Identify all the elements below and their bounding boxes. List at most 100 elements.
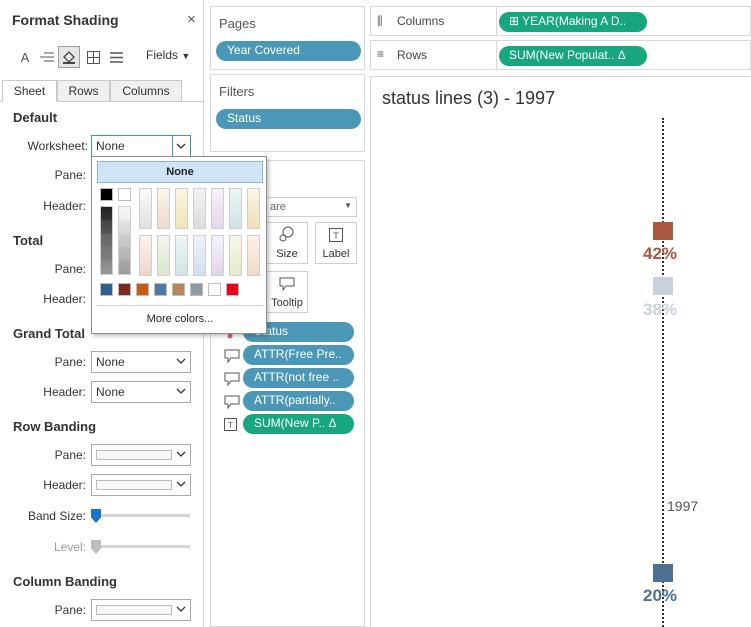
fields-label: Fields <box>146 48 179 62</box>
column-banding-pane-dropdown[interactable] <box>91 599 191 621</box>
palette-swatch-column[interactable] <box>211 235 224 276</box>
total-header-label: Header: <box>43 292 86 306</box>
filters-card: Filters Status <box>210 74 365 152</box>
palette-swatch-column[interactable] <box>157 235 170 276</box>
chevron-down-icon <box>176 451 186 457</box>
tab-columns[interactable]: Columns <box>110 80 182 102</box>
grand-total-header-dropdown[interactable]: None <box>91 381 191 403</box>
data-label: 42% <box>643 244 678 263</box>
svg-text:T: T <box>228 421 233 430</box>
color-swatch-red[interactable] <box>226 283 239 296</box>
band-size-slider[interactable] <box>100 514 190 517</box>
default-header-label: Header: <box>43 199 86 213</box>
borders-icon[interactable] <box>82 46 104 68</box>
row-banding-pane-dropdown[interactable] <box>91 444 191 466</box>
section-total: Total <box>13 233 44 248</box>
size-label: Size <box>276 248 298 260</box>
pages-title: Pages <box>219 16 256 31</box>
rows-pill-sum[interactable]: SUM(New Populat.. Δ <box>499 46 647 66</box>
tab-sheet[interactable]: Sheet <box>2 80 57 102</box>
shading-icon[interactable] <box>58 46 80 68</box>
color-swatch-black[interactable] <box>100 188 113 201</box>
pages-pill-year-covered[interactable]: Year Covered <box>216 41 361 61</box>
color-swatch-blue[interactable] <box>100 283 113 296</box>
shelf-divider <box>496 40 497 70</box>
size-button[interactable]: Size <box>266 222 308 264</box>
palette-swatch-column[interactable] <box>139 235 152 276</box>
columns-pill-year[interactable]: ⊞ YEAR(Making A D.. <box>499 12 647 32</box>
palette-swatch-column[interactable] <box>175 235 188 276</box>
mark-type-value: are <box>270 201 286 213</box>
color-swatch-maroon[interactable] <box>118 283 131 296</box>
tooltip-button[interactable]: Tooltip <box>266 271 308 313</box>
gray-dark-swatches[interactable] <box>100 206 113 275</box>
panel-title: Format Shading <box>12 12 119 28</box>
more-colors-option[interactable]: More colors... <box>92 313 268 325</box>
label-button[interactable]: T Label <box>315 222 357 264</box>
palette-swatch-column[interactable] <box>211 188 224 229</box>
palette-swatch-column[interactable] <box>193 188 206 229</box>
color-swatch-gray[interactable] <box>190 283 203 296</box>
marks-pill-attr-not-free[interactable]: ATTR(not free .. <box>243 368 354 388</box>
color-swatch <box>96 450 172 460</box>
section-column-banding: Column Banding <box>13 574 117 589</box>
palette-swatch-column[interactable] <box>229 235 242 276</box>
color-swatch <box>96 480 172 490</box>
year-label: 1997 <box>667 498 699 514</box>
data-point[interactable] <box>653 222 673 240</box>
mark-type-dropdown[interactable]: are ▼ <box>266 197 357 217</box>
marks-pill-attr-partially[interactable]: ATTR(partially.. <box>243 391 354 411</box>
marks-pill-attr-free[interactable]: ATTR(Free Pre.. <box>243 345 354 365</box>
color-swatch-orange[interactable] <box>136 283 149 296</box>
caret-down-icon: ▼ <box>181 51 191 61</box>
row-banding-pane-label: Pane: <box>54 448 86 462</box>
section-default: Default <box>13 110 58 125</box>
tooltip-icon <box>279 277 295 294</box>
label-icon: T <box>329 228 343 245</box>
palette-swatch-column[interactable] <box>139 188 152 229</box>
palette-swatch-column[interactable] <box>193 235 206 276</box>
color-swatch-tan[interactable] <box>172 283 185 296</box>
palette-swatch-column[interactable] <box>247 188 260 229</box>
tooltip-icon <box>224 395 240 410</box>
palette-swatch-column[interactable] <box>247 235 260 276</box>
chevron-down-icon <box>176 606 186 612</box>
fields-dropdown[interactable]: Fields ▼ <box>146 48 190 62</box>
color-swatch <box>96 605 172 615</box>
palette-swatch-column[interactable] <box>175 188 188 229</box>
worksheet-value: None <box>96 139 125 153</box>
close-button[interactable]: × <box>187 11 196 28</box>
font-icon[interactable]: A <box>14 46 36 68</box>
palette-swatch-column[interactable] <box>229 188 242 229</box>
none-color-option[interactable]: None <box>97 161 263 183</box>
data-point[interactable] <box>653 277 673 295</box>
tab-rows[interactable]: Rows <box>57 80 110 102</box>
data-point[interactable] <box>653 564 673 582</box>
chevron-down-icon <box>176 358 186 364</box>
palette-swatch-column[interactable] <box>157 188 170 229</box>
band-size-slider-thumb[interactable] <box>91 509 101 523</box>
popup-divider <box>97 305 263 306</box>
caret-down-icon: ▼ <box>344 201 352 210</box>
color-popup: None More colors... <box>91 156 267 334</box>
row-banding-header-dropdown[interactable] <box>91 474 191 496</box>
color-swatch-white[interactable] <box>118 188 131 201</box>
label-label: Label <box>322 248 350 260</box>
grand-total-pane-dropdown[interactable]: None <box>91 351 191 373</box>
worksheet-dropdown[interactable]: None <box>91 135 191 157</box>
color-swatch-white-2[interactable] <box>208 283 221 296</box>
data-label: 20% <box>643 586 678 605</box>
lines-icon[interactable] <box>105 46 127 68</box>
chevron-down-icon <box>176 481 186 487</box>
color-swatch-steel-blue[interactable] <box>154 283 167 296</box>
marks-pill-sum-new[interactable]: SUM(New P.. Δ <box>243 414 354 434</box>
filters-pill-status[interactable]: Status <box>216 109 361 129</box>
alignment-icon[interactable] <box>36 46 58 68</box>
gray-light-swatches[interactable] <box>118 206 131 275</box>
shelf-divider <box>496 6 497 36</box>
label-icon: T <box>224 418 240 432</box>
data-label: 38% <box>643 300 678 319</box>
section-grand-total: Grand Total <box>13 326 85 341</box>
grand-total-pane-value: None <box>96 355 125 369</box>
rows-shelf-label: Rows <box>397 48 428 62</box>
